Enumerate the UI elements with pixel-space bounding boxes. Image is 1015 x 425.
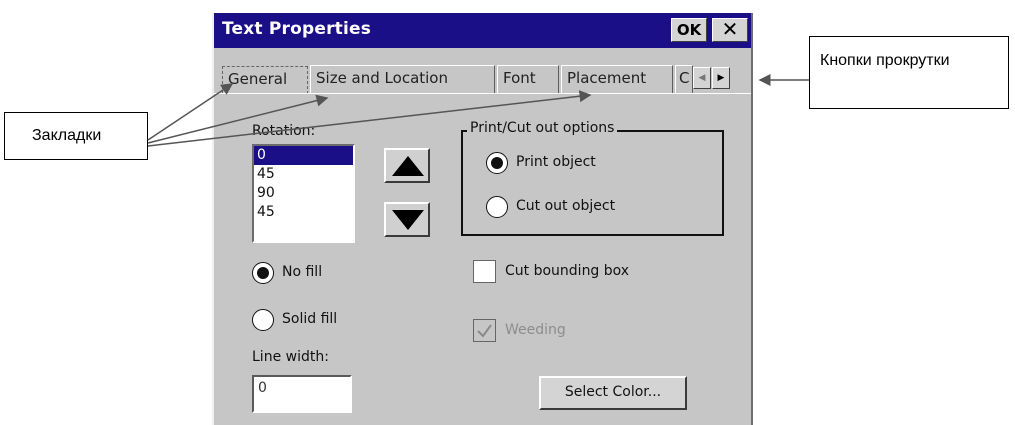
select-color-button[interactable]: Select Color...	[539, 376, 687, 410]
print-cut-options-title: Print/Cut out options	[467, 120, 618, 136]
solid-fill-radio[interactable]	[252, 309, 274, 331]
no-fill-radio[interactable]	[252, 262, 274, 284]
scroll-annotation-label: Кнопки прокрутки	[820, 52, 950, 69]
scroll-annotation-box: Кнопки прокрутки	[809, 36, 1009, 109]
cut-bounding-box-checkbox[interactable]	[473, 260, 496, 283]
weeding-checkbox[interactable]	[473, 319, 496, 342]
print-cut-options-group	[461, 130, 724, 236]
title-bar: Text Properties OK ✕	[214, 13, 751, 48]
tab-general[interactable]: General	[222, 66, 308, 94]
rotate-up-button[interactable]	[384, 148, 430, 183]
tab-placement[interactable]: Placement	[561, 65, 673, 93]
triangle-up-icon	[392, 156, 424, 176]
checkmark-icon	[477, 324, 492, 338]
ok-button[interactable]: OK	[671, 18, 707, 42]
radio-selected-dot	[257, 267, 269, 279]
tab-scroll-right-button[interactable]: ▶	[712, 67, 730, 89]
tabs-annotation-box: Закладки	[4, 112, 148, 160]
list-item[interactable]: 45	[254, 203, 353, 222]
rotation-label: Rotation:	[252, 123, 316, 139]
cut-out-object-radio[interactable]	[486, 196, 508, 218]
solid-fill-label: Solid fill	[282, 311, 338, 327]
line-width-label: Line width:	[252, 349, 329, 365]
rotation-listbox[interactable]: 0 45 90 45	[252, 144, 355, 243]
list-item[interactable]: 45	[254, 165, 353, 184]
radio-selected-dot	[491, 157, 503, 169]
print-object-radio[interactable]	[486, 152, 508, 174]
tabs-annotation-label: Закладки	[32, 127, 102, 144]
tab-partial[interactable]: C	[675, 65, 693, 93]
tab-scroll-left-button[interactable]: ◀	[693, 67, 711, 89]
text-properties-dialog: Text Properties OK ✕ General Size and Lo…	[212, 13, 753, 425]
dialog-title: Text Properties	[222, 19, 372, 39]
weeding-label: Weeding	[505, 322, 566, 338]
cut-out-object-label: Cut out object	[516, 198, 616, 214]
no-fill-label: No fill	[282, 264, 323, 280]
triangle-down-icon	[392, 210, 424, 230]
tab-size-and-location[interactable]: Size and Location	[310, 65, 495, 93]
list-item[interactable]: 90	[254, 184, 353, 203]
print-object-label: Print object	[516, 154, 596, 170]
tab-font[interactable]: Font	[497, 65, 559, 93]
cut-bounding-box-label: Cut bounding box	[505, 263, 630, 279]
close-button[interactable]: ✕	[712, 18, 748, 42]
line-width-input[interactable]: 0	[252, 375, 352, 413]
tab-divider	[214, 93, 751, 94]
rotate-down-button[interactable]	[384, 202, 430, 237]
list-item[interactable]: 0	[254, 146, 353, 165]
